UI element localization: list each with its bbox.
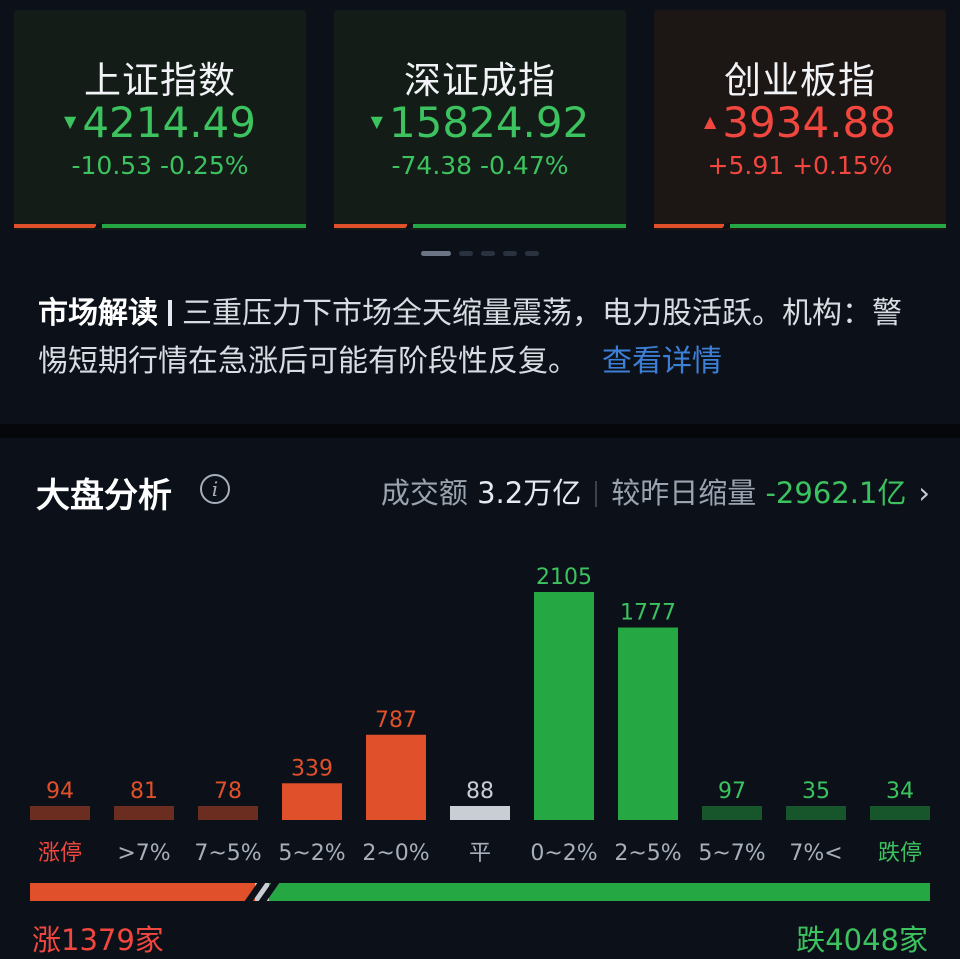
category-label: >7% — [117, 841, 170, 866]
histogram-bar — [30, 806, 90, 820]
index-price-value: 15824.92 — [388, 98, 590, 147]
histogram-bar — [114, 806, 174, 820]
rise-segment — [30, 883, 256, 901]
bar-value-label: 97 — [718, 779, 746, 804]
pager-dot[interactable] — [481, 251, 495, 256]
index-change: +5.91 +0.15% — [707, 151, 893, 180]
histogram-bar — [282, 783, 342, 820]
index-change: -10.53 -0.25% — [71, 151, 249, 180]
rise-count: 涨1379家 — [32, 923, 164, 957]
category-label: 5~2% — [278, 841, 345, 866]
carousel-pager[interactable] — [0, 251, 960, 256]
bar-value-label: 94 — [46, 779, 74, 804]
index-price: ▼ 15824.92 — [334, 98, 626, 147]
bar-value-label: 1777 — [620, 601, 676, 626]
turnover-label: 成交额 — [380, 476, 468, 510]
category-label: 跌停 — [878, 841, 922, 866]
category-label: 5~7% — [698, 841, 765, 866]
bar-value-label: 2105 — [536, 565, 592, 590]
bar-value-label: 81 — [130, 779, 158, 804]
index-name: 创业板指 — [724, 59, 876, 102]
fall-count: 跌4048家 — [796, 923, 928, 957]
index-card-chinext[interactable]: 创业板指 ▲ 3934.88 +5.91 +0.15% — [654, 10, 946, 230]
index-breadth-bar — [14, 223, 306, 229]
histogram-bar — [870, 806, 930, 820]
histogram-bar — [618, 627, 678, 820]
index-price-value: 4214.49 — [82, 98, 256, 147]
bar-value-label: 339 — [291, 756, 333, 781]
histogram-bar — [198, 806, 258, 820]
compare-value: -2962.1亿 — [765, 476, 907, 510]
histogram-bar — [534, 592, 594, 820]
category-label: 7%< — [789, 841, 842, 866]
index-card-shanghai[interactable]: 上证指数 ▼ 4214.49 -10.53 -0.25% — [14, 10, 306, 230]
index-breadth-bar — [334, 223, 626, 229]
pager-dot[interactable] — [421, 251, 451, 256]
bar-value-label: 34 — [886, 779, 914, 804]
analysis-title: 大盘分析 — [36, 476, 172, 516]
bar-value-label: 88 — [466, 779, 494, 804]
category-label: 2~5% — [614, 841, 681, 866]
pager-dot[interactable] — [459, 251, 473, 256]
category-label: 7~5% — [194, 841, 261, 866]
category-label: 2~0% — [362, 841, 429, 866]
down-arrow-icon: ▼ — [370, 112, 383, 131]
up-arrow-icon: ▲ — [704, 112, 717, 131]
pager-dot[interactable] — [525, 251, 539, 256]
index-name: 深证成指 — [404, 59, 556, 102]
category-label: 涨停 — [38, 841, 82, 866]
info-icon[interactable]: i — [200, 474, 230, 504]
down-arrow-icon: ▼ — [64, 112, 77, 131]
index-breadth-bar — [654, 223, 946, 229]
bar-value-label: 787 — [375, 708, 417, 733]
fall-segment — [269, 883, 930, 901]
view-details-link[interactable]: 查看详情 — [602, 344, 722, 379]
pager-dot[interactable] — [503, 251, 517, 256]
commentary-divider — [168, 300, 172, 326]
index-price: ▼ 4214.49 — [14, 98, 306, 147]
index-name: 上证指数 — [84, 59, 236, 102]
category-label: 平 — [469, 841, 491, 866]
index-price-value: 3934.88 — [722, 98, 896, 147]
index-cards: 上证指数 ▼ 4214.49 -10.53 -0.25% 深证成指 ▼ 15824.… — [14, 10, 946, 230]
breadth-histogram: 94 涨停 81 >7% 78 7~5% 339 5~2% 787 2~0% 88 平 2105 0~2%… — [30, 565, 930, 866]
index-change: -74.38 -0.47% — [391, 151, 569, 180]
market-commentary[interactable]: 市场解读 三重压力下市场全天缩量震荡，电力股活跃。机构：警惕短期行情在急涨后可能有… — [38, 290, 928, 386]
index-card-shenzhen[interactable]: 深证成指 ▼ 15824.92 -74.38 -0.47% — [334, 10, 626, 230]
turnover-value: 3.2万亿 — [477, 476, 582, 510]
bar-value-label: 78 — [214, 779, 242, 804]
bar-value-label: 35 — [802, 779, 830, 804]
histogram-bar — [450, 806, 510, 820]
histogram-bar — [366, 734, 426, 820]
turnover-divider — [595, 481, 598, 507]
chevron-right-icon[interactable]: › — [918, 476, 930, 510]
section-divider — [0, 424, 960, 438]
rise-fall-bar — [30, 883, 930, 901]
histogram-bar — [786, 806, 846, 820]
turnover-summary[interactable]: 成交额 3.2万亿 较昨日缩量 -2962.1亿 › — [381, 470, 930, 512]
histogram-bar — [702, 806, 762, 820]
commentary-tag: 市场解读 — [38, 296, 158, 331]
index-price: ▲ 3934.88 — [654, 98, 946, 147]
compare-label: 较昨日缩量 — [611, 476, 757, 510]
category-label: 0~2% — [530, 841, 597, 866]
